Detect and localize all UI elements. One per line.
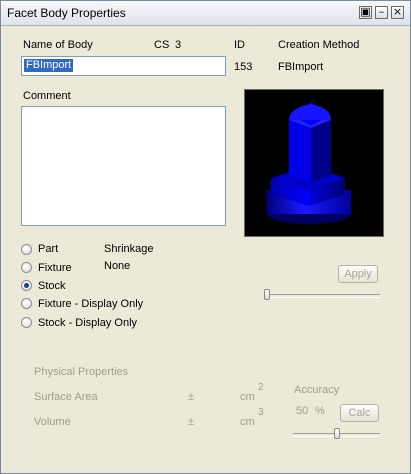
volume-pm: ± — [188, 416, 195, 428]
name-of-body-value: FBImport — [24, 59, 74, 72]
accuracy-slider-thumb[interactable] — [334, 428, 340, 439]
accuracy-value: 50 — [296, 405, 309, 417]
body-preview-viewport[interactable] — [244, 89, 384, 237]
surface-area-label: Surface Area — [34, 391, 98, 403]
transparency-slider-thumb[interactable] — [264, 289, 270, 300]
volume-label: Volume — [34, 416, 71, 428]
help-icon[interactable]: ▣ — [359, 5, 372, 19]
radio-stock[interactable] — [21, 280, 32, 291]
surface-area-unit: cm — [240, 391, 255, 403]
calc-button[interactable]: Calc — [340, 404, 379, 422]
shrinkage-value: None — [104, 260, 131, 272]
comment-textarea[interactable] — [21, 106, 226, 226]
creation-method-label: Creation Method — [278, 39, 360, 51]
radio-fixture-display-only-label: Fixture - Display Only — [38, 298, 144, 310]
surface-area-pm: ± — [188, 391, 195, 403]
volume-exponent: 3 — [258, 407, 264, 418]
id-label: ID — [234, 39, 245, 51]
radio-stock-display-only[interactable] — [21, 317, 32, 328]
close-icon[interactable]: × — [391, 5, 404, 19]
physical-properties-label: Physical Properties — [34, 366, 129, 378]
cs-value: 3 — [175, 39, 182, 51]
radio-fixture-label: Fixture — [38, 262, 72, 274]
id-value: 153 — [234, 61, 253, 73]
shrinkage-label: Shrinkage — [104, 243, 154, 255]
radio-part-label: Part — [38, 243, 59, 255]
window-title: Facet Body Properties — [7, 6, 126, 20]
radio-stock-label: Stock — [38, 280, 66, 292]
radio-stock-display-only-label: Stock - Display Only — [38, 317, 138, 329]
accuracy-unit: % — [315, 405, 325, 417]
facet-body-properties-window: Facet Body Properties ▣ – × Name of Body… — [0, 0, 411, 474]
creation-method-value: FBImport — [278, 61, 324, 73]
comment-label: Comment — [23, 90, 71, 102]
facet-body-render — [267, 102, 351, 224]
minimize-icon[interactable]: – — [375, 5, 388, 19]
volume-unit: cm — [240, 416, 255, 428]
accuracy-label: Accuracy — [294, 384, 340, 396]
transparency-slider-track[interactable] — [264, 294, 380, 298]
apply-button[interactable]: Apply — [338, 265, 378, 283]
title-bar: Facet Body Properties ▣ – × — [1, 1, 410, 26]
radio-fixture[interactable] — [21, 262, 32, 273]
radio-fixture-display-only[interactable] — [21, 298, 32, 309]
radio-part[interactable] — [21, 244, 32, 255]
name-of-body-input[interactable]: FBImport — [21, 56, 226, 76]
surface-area-exponent: 2 — [258, 382, 264, 393]
cs-label: CS — [154, 39, 170, 51]
name-of-body-label: Name of Body — [23, 39, 93, 51]
